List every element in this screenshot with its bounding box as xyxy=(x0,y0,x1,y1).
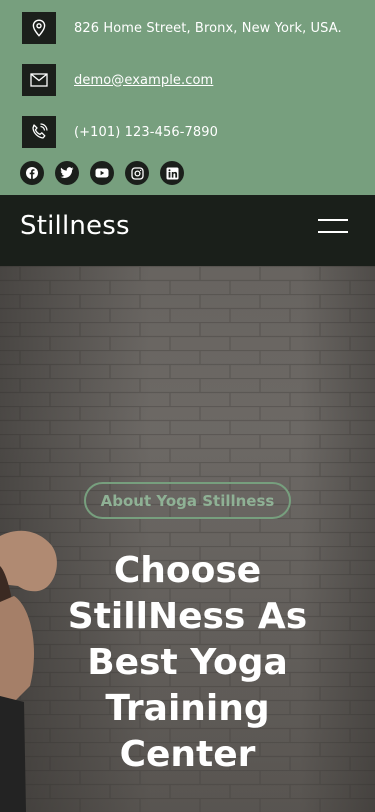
hero-title: Choose StillNess As Best Yoga Training C… xyxy=(20,548,355,778)
instagram-icon[interactable] xyxy=(125,161,149,185)
hero-title-line: StillNess As xyxy=(67,596,308,637)
email-link[interactable]: demo@example.com xyxy=(74,73,213,88)
brand-logo[interactable]: Stillness xyxy=(20,211,130,241)
hero-title-line: Training xyxy=(105,688,270,729)
hero-title-line: Best Yoga xyxy=(87,642,288,683)
menu-line-top xyxy=(318,219,348,221)
main-navbar: Stillness xyxy=(0,195,375,266)
facebook-icon[interactable] xyxy=(20,161,44,185)
contact-bar: 826 Home Street, Bronx, New York, USA. d… xyxy=(0,0,375,195)
youtube-icon[interactable] xyxy=(90,161,114,185)
twitter-icon[interactable] xyxy=(55,161,79,185)
email-row[interactable]: demo@example.com xyxy=(22,64,213,96)
phone-icon xyxy=(22,116,56,148)
phone-row[interactable]: (+101) 123-456-7890 xyxy=(22,116,218,148)
hero-title-line: Choose xyxy=(113,550,262,591)
about-tag-button[interactable]: About Yoga Stillness xyxy=(84,482,291,519)
hero-section: About Yoga Stillness Choose StillNess As… xyxy=(0,266,375,812)
address-text: 826 Home Street, Bronx, New York, USA. xyxy=(74,20,342,36)
hero-title-line: Center xyxy=(119,734,256,775)
hamburger-menu-icon[interactable] xyxy=(318,217,350,235)
phone-text[interactable]: (+101) 123-456-7890 xyxy=(74,125,218,140)
linkedin-icon[interactable] xyxy=(160,161,184,185)
location-pin-icon xyxy=(22,12,56,44)
social-links xyxy=(20,161,184,185)
menu-line-bottom xyxy=(318,231,348,233)
envelope-icon xyxy=(22,64,56,96)
address-row: 826 Home Street, Bronx, New York, USA. xyxy=(22,12,342,44)
